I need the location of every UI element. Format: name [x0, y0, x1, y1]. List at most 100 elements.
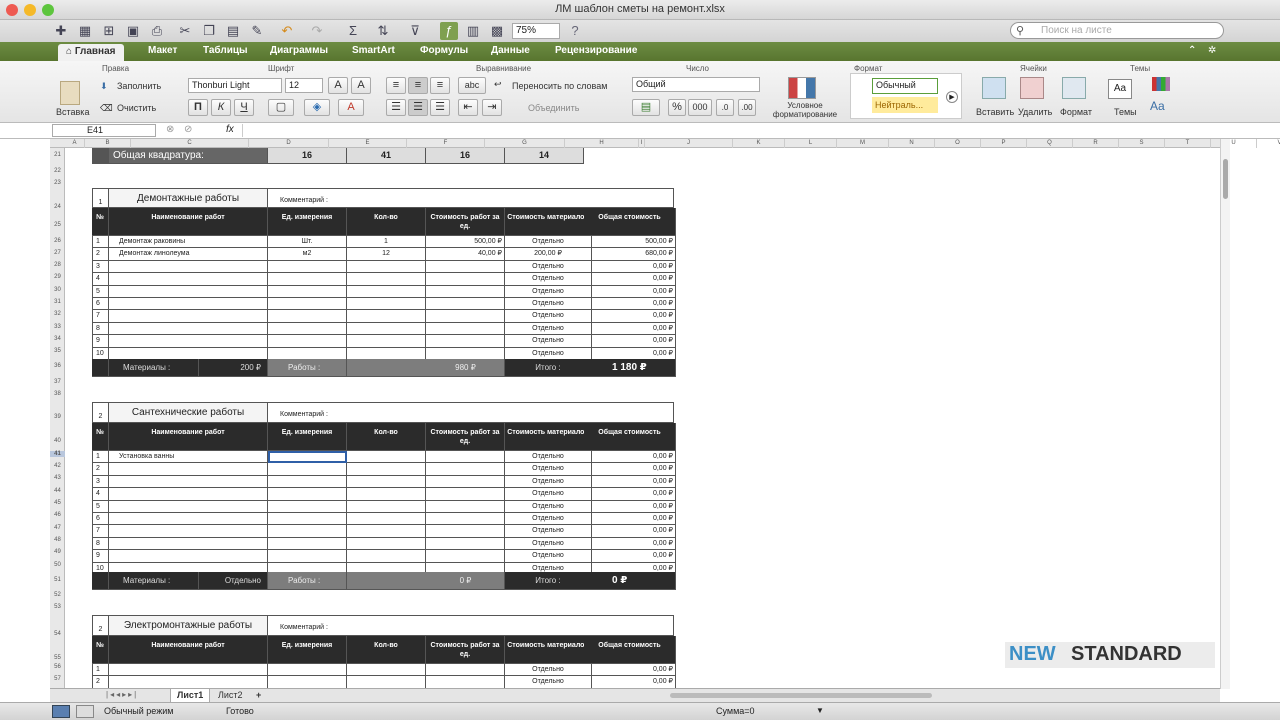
- row-header-30[interactable]: 30: [50, 287, 65, 293]
- format-painter-icon[interactable]: ✎: [248, 22, 266, 40]
- total-cell[interactable]: 0,00 ₽: [584, 676, 676, 688]
- formula-input[interactable]: [242, 124, 1218, 137]
- unit-cell[interactable]: [268, 676, 347, 688]
- cost-cell[interactable]: [426, 322, 505, 336]
- unit-cell[interactable]: [268, 664, 347, 677]
- work-name-cell[interactable]: [109, 475, 268, 489]
- cost-cell[interactable]: [426, 335, 505, 348]
- total-cell[interactable]: 0,00 ₽: [584, 463, 676, 476]
- paste-clipboard-icon[interactable]: [60, 81, 80, 105]
- total-cell[interactable]: 0,00 ₽: [584, 298, 676, 311]
- materials-cell[interactable]: Отдельно: [505, 322, 592, 336]
- qty-cell[interactable]: 1: [347, 236, 426, 249]
- materials-cell[interactable]: Отдельно: [505, 310, 592, 323]
- confirm-formula-icon[interactable]: ⊘: [184, 124, 192, 135]
- clear-button[interactable]: Очистить: [117, 103, 156, 113]
- row-header-40[interactable]: 40: [50, 438, 65, 444]
- row21-value[interactable]: 16: [268, 148, 347, 164]
- underline-button[interactable]: Ч: [234, 99, 254, 116]
- work-name-cell[interactable]: [109, 310, 268, 323]
- column-header-l[interactable]: L: [785, 139, 837, 148]
- cost-cell[interactable]: [426, 463, 505, 476]
- column-header-d[interactable]: D: [249, 139, 329, 148]
- row21-value[interactable]: 41: [347, 148, 426, 164]
- column-header-a[interactable]: A: [65, 139, 85, 148]
- qty-cell[interactable]: [347, 335, 426, 348]
- fx-icon[interactable]: ƒ: [440, 22, 458, 40]
- paste-icon[interactable]: ▤: [224, 22, 242, 40]
- sum-status[interactable]: Сумма=0: [716, 706, 755, 716]
- increase-decimal-button[interactable]: .0: [716, 99, 734, 116]
- unit-cell[interactable]: [268, 550, 347, 563]
- cost-cell[interactable]: [426, 285, 505, 298]
- row-header-46[interactable]: 46: [50, 512, 65, 518]
- row-header-53[interactable]: 53: [50, 604, 65, 610]
- column-header-u[interactable]: U: [1211, 139, 1257, 148]
- vertical-scrollbar[interactable]: [1220, 139, 1230, 689]
- unit-cell[interactable]: м2: [268, 248, 347, 261]
- section-comment[interactable]: Комментарий :: [268, 615, 674, 636]
- qty-cell[interactable]: [347, 310, 426, 323]
- work-name-cell[interactable]: [109, 335, 268, 348]
- insert-function-button[interactable]: fx: [226, 124, 234, 135]
- cost-cell[interactable]: [426, 537, 505, 551]
- vertical-scroll-thumb[interactable]: [1223, 159, 1228, 199]
- qty-cell[interactable]: [347, 676, 426, 688]
- open-icon[interactable]: ⊞: [100, 22, 118, 40]
- paste-button[interactable]: Вставка: [56, 107, 89, 117]
- total-cell[interactable]: 0,00 ₽: [584, 285, 676, 298]
- tab-home[interactable]: ⌂ Главная: [58, 44, 124, 61]
- align-left-button[interactable]: ☰: [386, 99, 406, 116]
- collapse-ribbon-icon[interactable]: ⌃: [1188, 45, 1196, 56]
- filter-icon[interactable]: ⊽: [406, 22, 424, 40]
- search-sheet-input[interactable]: Поиск на листе: [1010, 22, 1224, 39]
- row-header-49[interactable]: 49: [50, 549, 65, 555]
- section-comment[interactable]: Комментарий :: [268, 188, 674, 208]
- cost-cell[interactable]: 500,00 ₽: [426, 236, 505, 249]
- work-name-cell[interactable]: [109, 676, 268, 688]
- tab-charts[interactable]: Диаграммы: [270, 45, 328, 56]
- tab-layout[interactable]: Макет: [148, 45, 177, 56]
- increase-font-button[interactable]: A: [328, 77, 348, 94]
- sheet-nav-arrows-icon[interactable]: |◂◂▸▸|: [106, 690, 138, 699]
- work-name-cell[interactable]: [109, 500, 268, 513]
- column-header-o[interactable]: O: [935, 139, 981, 148]
- unit-cell[interactable]: [268, 513, 347, 526]
- materials-cell[interactable]: Отдельно: [505, 550, 592, 563]
- total-cell[interactable]: 500,00 ₽: [584, 236, 676, 249]
- row-header-25[interactable]: 25: [50, 222, 65, 228]
- fill-color-button[interactable]: ◈: [304, 99, 330, 116]
- cost-cell[interactable]: [426, 550, 505, 563]
- materials-cell[interactable]: Отдельно: [505, 488, 592, 501]
- save-icon[interactable]: ▣: [124, 22, 142, 40]
- row-header-39[interactable]: 39: [50, 414, 65, 420]
- column-header-b[interactable]: B: [85, 139, 131, 148]
- unit-cell[interactable]: Шт.: [268, 236, 347, 249]
- row21-marker[interactable]: [92, 148, 109, 164]
- row-header-44[interactable]: 44: [50, 488, 65, 494]
- column-header-f[interactable]: F: [407, 139, 485, 148]
- total-cell[interactable]: 0,00 ₽: [584, 513, 676, 526]
- materials-cell[interactable]: Отдельно: [505, 537, 592, 551]
- row-header-27[interactable]: 27: [50, 250, 65, 256]
- tab-formulas[interactable]: Формулы: [420, 45, 468, 56]
- column-header-r[interactable]: R: [1073, 139, 1119, 148]
- cut-icon[interactable]: ✂: [176, 22, 194, 40]
- row-header-35[interactable]: 35: [50, 348, 65, 354]
- sum-dropdown-icon[interactable]: ▼: [816, 706, 824, 715]
- wrap-text-button[interactable]: Переносить по словам: [512, 81, 607, 91]
- cost-cell[interactable]: 40,00 ₽: [426, 248, 505, 261]
- total-cell[interactable]: 0,00 ₽: [584, 310, 676, 323]
- row-header-51[interactable]: 51: [50, 577, 65, 583]
- materials-cell[interactable]: Отдельно: [505, 236, 592, 249]
- work-name-cell[interactable]: [109, 298, 268, 311]
- qty-cell[interactable]: [347, 273, 426, 286]
- column-header-v[interactable]: V: [1257, 139, 1280, 148]
- font-color-button[interactable]: A: [338, 99, 364, 116]
- cost-cell[interactable]: [426, 273, 505, 286]
- row-header-41[interactable]: 41: [50, 451, 65, 457]
- unit-cell[interactable]: [268, 475, 347, 489]
- row-header-21[interactable]: 21: [50, 152, 65, 158]
- materials-cell[interactable]: Отдельно: [505, 451, 592, 464]
- cost-cell[interactable]: [426, 310, 505, 323]
